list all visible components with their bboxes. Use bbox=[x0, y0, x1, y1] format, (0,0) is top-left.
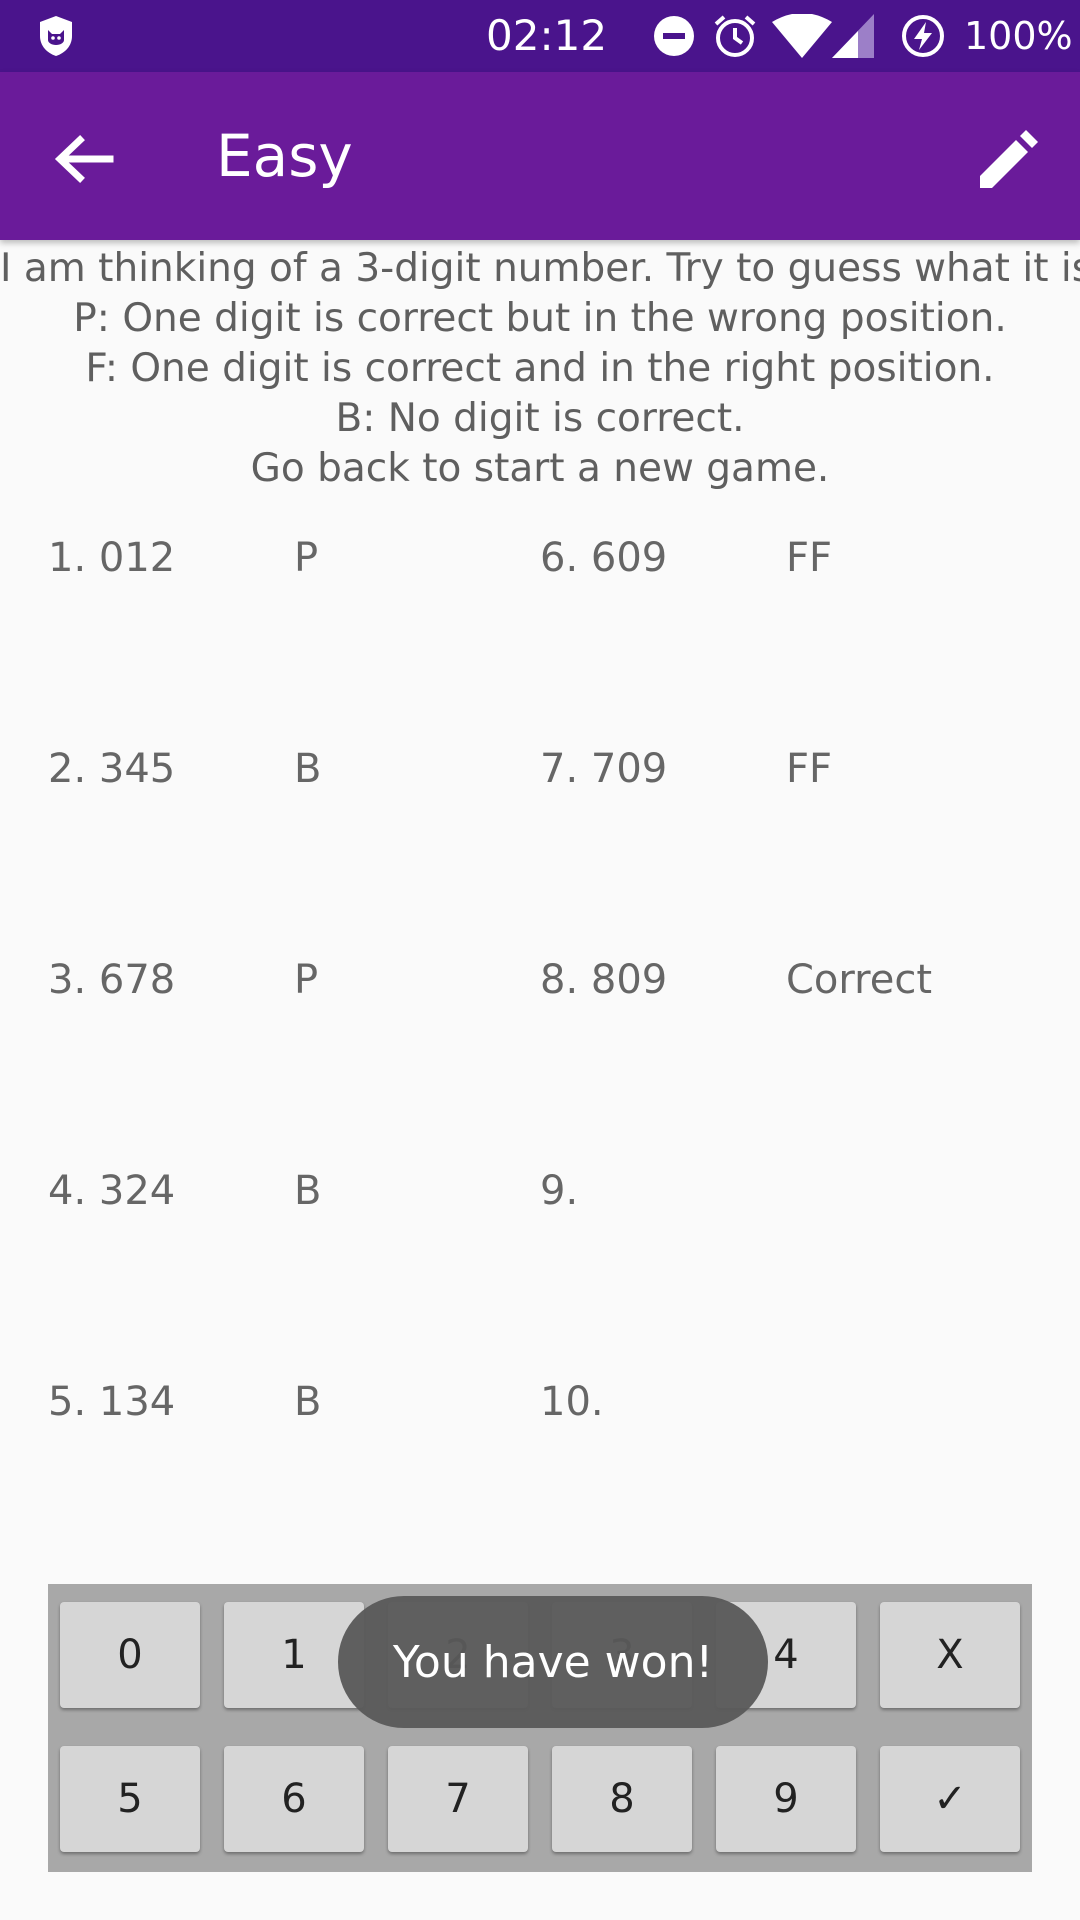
status-bar: 02:12 100% bbox=[0, 0, 1080, 72]
key-0[interactable]: 0 bbox=[60, 1602, 200, 1708]
guess-label: 7. 709 bbox=[540, 746, 668, 792]
battery-charging-icon bbox=[902, 15, 944, 57]
arrow-back-icon bbox=[54, 135, 114, 183]
key-6[interactable]: 6 bbox=[224, 1746, 364, 1852]
instruction-line: P: One digit is correct but in the wrong… bbox=[73, 296, 1007, 341]
signal-icon bbox=[832, 14, 874, 58]
guess-label: 5. 134 bbox=[48, 1379, 176, 1425]
guess-result: B bbox=[294, 1379, 322, 1425]
guess-label: 2. 345 bbox=[48, 746, 176, 792]
do-not-disturb-icon bbox=[654, 16, 694, 56]
status-time: 02:12 bbox=[486, 11, 608, 60]
guess-result: Correct bbox=[786, 957, 932, 1003]
submit-button[interactable]: ✓ bbox=[880, 1746, 1020, 1852]
key-7[interactable]: 7 bbox=[388, 1746, 528, 1852]
edit-button[interactable] bbox=[964, 116, 1050, 202]
key-5[interactable]: 5 bbox=[60, 1746, 200, 1852]
guess-label: 4. 324 bbox=[48, 1168, 176, 1214]
vpn-shield-icon bbox=[40, 16, 72, 56]
guess-result: B bbox=[294, 1168, 322, 1214]
battery-percent: 100% bbox=[964, 14, 1073, 58]
wifi-icon bbox=[772, 14, 832, 58]
guess-label: 3. 678 bbox=[48, 957, 176, 1003]
instruction-line: I am thinking of a 3-digit number. Try t… bbox=[0, 246, 1080, 291]
clear-button[interactable]: X bbox=[880, 1602, 1020, 1708]
pencil-icon bbox=[980, 130, 1038, 188]
guess-result: FF bbox=[786, 535, 833, 581]
alarm-icon bbox=[714, 15, 756, 57]
guess-result: P bbox=[294, 957, 319, 1003]
back-button[interactable] bbox=[40, 116, 126, 202]
toast-message: You have won! bbox=[338, 1596, 768, 1728]
guess-label: 6. 609 bbox=[540, 535, 668, 581]
instruction-line: B: No digit is correct. bbox=[335, 396, 745, 441]
key-8[interactable]: 8 bbox=[552, 1746, 692, 1852]
instructions: I am thinking of a 3-digit number. Try t… bbox=[0, 244, 1080, 494]
guess-label: 10. bbox=[540, 1379, 604, 1425]
guess-label: 1. 012 bbox=[48, 535, 176, 581]
guess-result: FF bbox=[786, 746, 833, 792]
key-9[interactable]: 9 bbox=[716, 1746, 856, 1852]
instruction-line: Go back to start a new game. bbox=[250, 446, 830, 491]
app-bar: Easy bbox=[0, 72, 1080, 240]
page-title: Easy bbox=[216, 122, 353, 190]
guess-result: B bbox=[294, 746, 322, 792]
guess-result: P bbox=[294, 535, 319, 581]
instruction-line: F: One digit is correct and in the right… bbox=[85, 346, 995, 391]
guess-label: 8. 809 bbox=[540, 957, 668, 1003]
guess-label: 9. bbox=[540, 1168, 579, 1214]
